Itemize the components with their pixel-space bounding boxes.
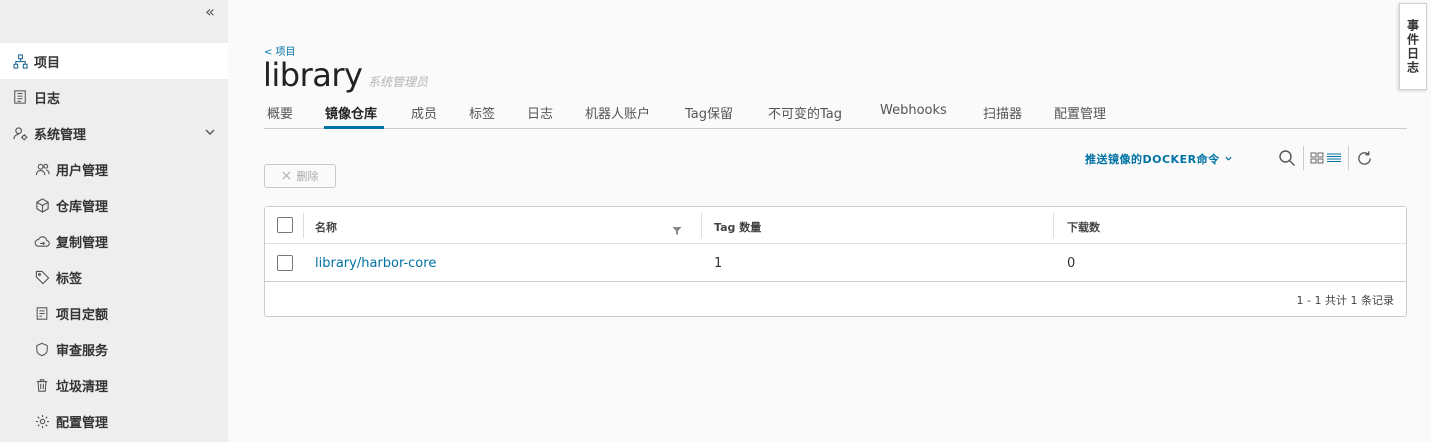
chevron-down-icon [1224, 153, 1233, 166]
search-icon[interactable] [1277, 148, 1297, 168]
close-icon [282, 170, 291, 183]
active-tab-indicator [324, 126, 384, 129]
project-tabs: 概要 镜像仓库 成员 标签 日志 机器人账户 Tag保留 不可变的Tag Web… [264, 100, 1407, 129]
tag-icon [34, 269, 50, 285]
tab-scanner[interactable]: 扫描器 [983, 103, 1022, 122]
push-command-dropdown[interactable]: 推送镜像的DOCKER命令 [1085, 151, 1233, 167]
sidebar-item-label: 项目 [34, 55, 61, 71]
column-divider [303, 213, 304, 238]
column-header-name[interactable]: 名称 [315, 219, 337, 235]
toolbar-divider [1303, 146, 1304, 170]
delete-label: 删除 [296, 170, 319, 183]
tab-robot-accounts[interactable]: 机器人账户 [585, 103, 650, 122]
column-header-tag-count[interactable]: Tag 数量 [714, 219, 761, 235]
tab-summary[interactable]: 概要 [267, 103, 293, 122]
sidebar-item-label: 标签 [56, 271, 83, 287]
tab-webhooks[interactable]: Webhooks [880, 103, 947, 118]
tab-logs[interactable]: 日志 [527, 103, 553, 122]
column-divider [701, 213, 702, 238]
sidebar-item-admin[interactable]: 系统管理 [0, 115, 228, 151]
sidebar-item-label: 项目定额 [56, 307, 109, 323]
sidebar-item-replications[interactable]: 复制管理 [0, 223, 228, 259]
sidebar-item-registries[interactable]: 仓库管理 [0, 187, 228, 223]
collapse-sidebar-icon[interactable]: « [200, 3, 220, 21]
table-header: 名称 Tag 数量 下载数 [265, 207, 1406, 244]
tab-immutable-tags[interactable]: 不可变的Tag [768, 103, 842, 122]
gear-icon [34, 413, 50, 429]
sidebar-item-logs[interactable]: 日志 [0, 79, 228, 115]
tab-labels[interactable]: 标签 [469, 103, 495, 122]
registry-icon [34, 197, 50, 213]
sidebar-item-label: 垃圾清理 [56, 379, 109, 395]
sidebar-item-users[interactable]: 用户管理 [0, 151, 228, 187]
sidebar-item-label: 审查服务 [56, 343, 109, 359]
projects-icon [12, 53, 28, 69]
sidebar-item-quotas[interactable]: 项目定额 [0, 295, 228, 331]
tab-repositories[interactable]: 镜像仓库 [325, 103, 377, 122]
chevron-down-icon[interactable] [204, 126, 216, 142]
push-command-label: 推送镜像的DOCKER命令 [1085, 153, 1220, 166]
event-log-tab[interactable]: 事件日志 [1399, 3, 1427, 90]
sidebar-item-label: 日志 [34, 91, 61, 107]
downloads-cell: 0 [1067, 256, 1076, 271]
sidebar-item-labels[interactable]: 标签 [0, 259, 228, 295]
view-toggle-icon[interactable] [1309, 148, 1343, 168]
delete-button[interactable]: 删除 [264, 164, 336, 188]
repository-name-link[interactable]: library/harbor-core [315, 256, 436, 271]
select-all-checkbox[interactable] [277, 217, 293, 233]
sidebar-item-label: 复制管理 [56, 235, 109, 251]
tab-tag-retention[interactable]: Tag保留 [685, 103, 733, 122]
admin-icon [12, 125, 28, 141]
tag-count-cell: 1 [714, 256, 723, 271]
users-icon [34, 161, 50, 177]
tab-members[interactable]: 成员 [411, 103, 437, 122]
sidebar: « 项目 日志 系统管理 用户管理 仓库管理 复制管理 标签 项目定额 审查服务… [0, 0, 228, 442]
role-badge: 系统管理员 [368, 75, 429, 89]
sidebar-item-label: 仓库管理 [56, 199, 109, 215]
logs-icon [12, 89, 28, 105]
sidebar-item-projects[interactable]: 项目 [0, 43, 228, 79]
sidebar-item-config[interactable]: 配置管理 [0, 403, 228, 439]
sidebar-item-label: 配置管理 [56, 415, 109, 431]
row-checkbox[interactable] [277, 255, 293, 271]
sidebar-item-interrogation[interactable]: 审查服务 [0, 331, 228, 367]
toolbar-divider [1348, 146, 1349, 170]
repositories-table: 名称 Tag 数量 下载数 library/harbor-core 1 0 1 … [264, 206, 1407, 317]
refresh-icon[interactable] [1354, 148, 1374, 168]
tab-configuration[interactable]: 配置管理 [1054, 103, 1106, 122]
sidebar-item-label: 系统管理 [34, 127, 87, 143]
pagination-summary: 1 - 1 共计 1 条记录 [1296, 294, 1394, 307]
quota-icon [34, 305, 50, 321]
trash-icon [34, 377, 50, 393]
sidebar-item-gc[interactable]: 垃圾清理 [0, 367, 228, 403]
column-header-downloads[interactable]: 下载数 [1067, 219, 1100, 235]
filter-icon[interactable] [672, 221, 682, 240]
replication-icon [34, 233, 50, 249]
shield-icon [34, 341, 50, 357]
page-title: library [263, 56, 363, 94]
table-row: library/harbor-core 1 0 [265, 245, 1406, 282]
column-divider [1053, 213, 1054, 238]
sidebar-item-label: 用户管理 [56, 163, 109, 179]
event-log-label: 事件日志 [1405, 18, 1420, 75]
